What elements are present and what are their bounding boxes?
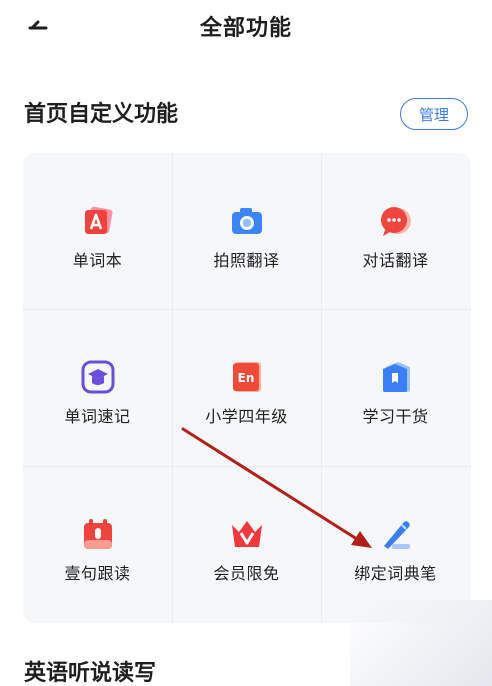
feature-label: 会员限免 <box>213 564 280 583</box>
page-title: 全部功能 <box>199 16 292 41</box>
feature-label: 绑定词典笔 <box>354 564 437 583</box>
custom-section-title: 首页自定义功能 <box>24 102 179 127</box>
bookmark-badge-icon <box>382 362 410 392</box>
feature-label: 单词速记 <box>64 407 131 426</box>
feature-sentence-read[interactable]: 壹句跟读 <box>23 466 172 622</box>
feature-label: 小学四年级 <box>205 407 288 426</box>
all-features-page: 全部功能 首页自定义功能 管理 单词本 拍照翻译 对话翻译 单词速记 En 小学… <box>0 0 492 686</box>
feature-vip-free[interactable]: 会员限免 <box>172 466 321 622</box>
feature-label: 对话翻译 <box>362 251 429 270</box>
graduation-cap-icon <box>81 360 114 394</box>
feature-wordbook[interactable]: 单词本 <box>23 153 172 309</box>
feature-grid-panel: 单词本 拍照翻译 对话翻译 单词速记 En 小学四年级 学习干货 壹句跟读 会员… <box>23 153 471 623</box>
top-bar: 全部功能 <box>0 0 492 50</box>
feature-study-tips[interactable]: 学习干货 <box>321 309 470 465</box>
feature-label: 拍照翻译 <box>213 251 280 270</box>
feature-bind-dict-pen[interactable]: 绑定词典笔 <box>321 466 470 622</box>
manage-button[interactable]: 管理 <box>400 98 468 130</box>
watermark <box>350 600 492 686</box>
feature-dialog-translate[interactable]: 对话翻译 <box>321 153 470 309</box>
camera-icon <box>231 208 262 234</box>
feature-grade4[interactable]: En 小学四年级 <box>172 309 321 465</box>
feature-label: 单词本 <box>72 251 123 270</box>
pen-icon <box>383 521 410 549</box>
wordbook-icon <box>84 206 112 234</box>
feature-grid: 单词本 拍照翻译 对话翻译 单词速记 En 小学四年级 学习干货 壹句跟读 会员… <box>23 153 471 623</box>
en-book-icon: En <box>232 362 261 392</box>
mic-calendar-icon <box>83 519 112 549</box>
feature-label: 壹句跟读 <box>64 564 131 583</box>
crown-v-icon <box>231 521 262 547</box>
feature-label: 学习干货 <box>362 407 429 426</box>
english-skills-section-title: 英语听说读写 <box>24 661 157 686</box>
feature-photo-translate[interactable]: 拍照翻译 <box>172 153 321 309</box>
chat-bubble-icon <box>380 207 411 236</box>
feature-word-memo[interactable]: 单词速记 <box>23 309 172 465</box>
svg-text:En: En <box>237 371 254 385</box>
